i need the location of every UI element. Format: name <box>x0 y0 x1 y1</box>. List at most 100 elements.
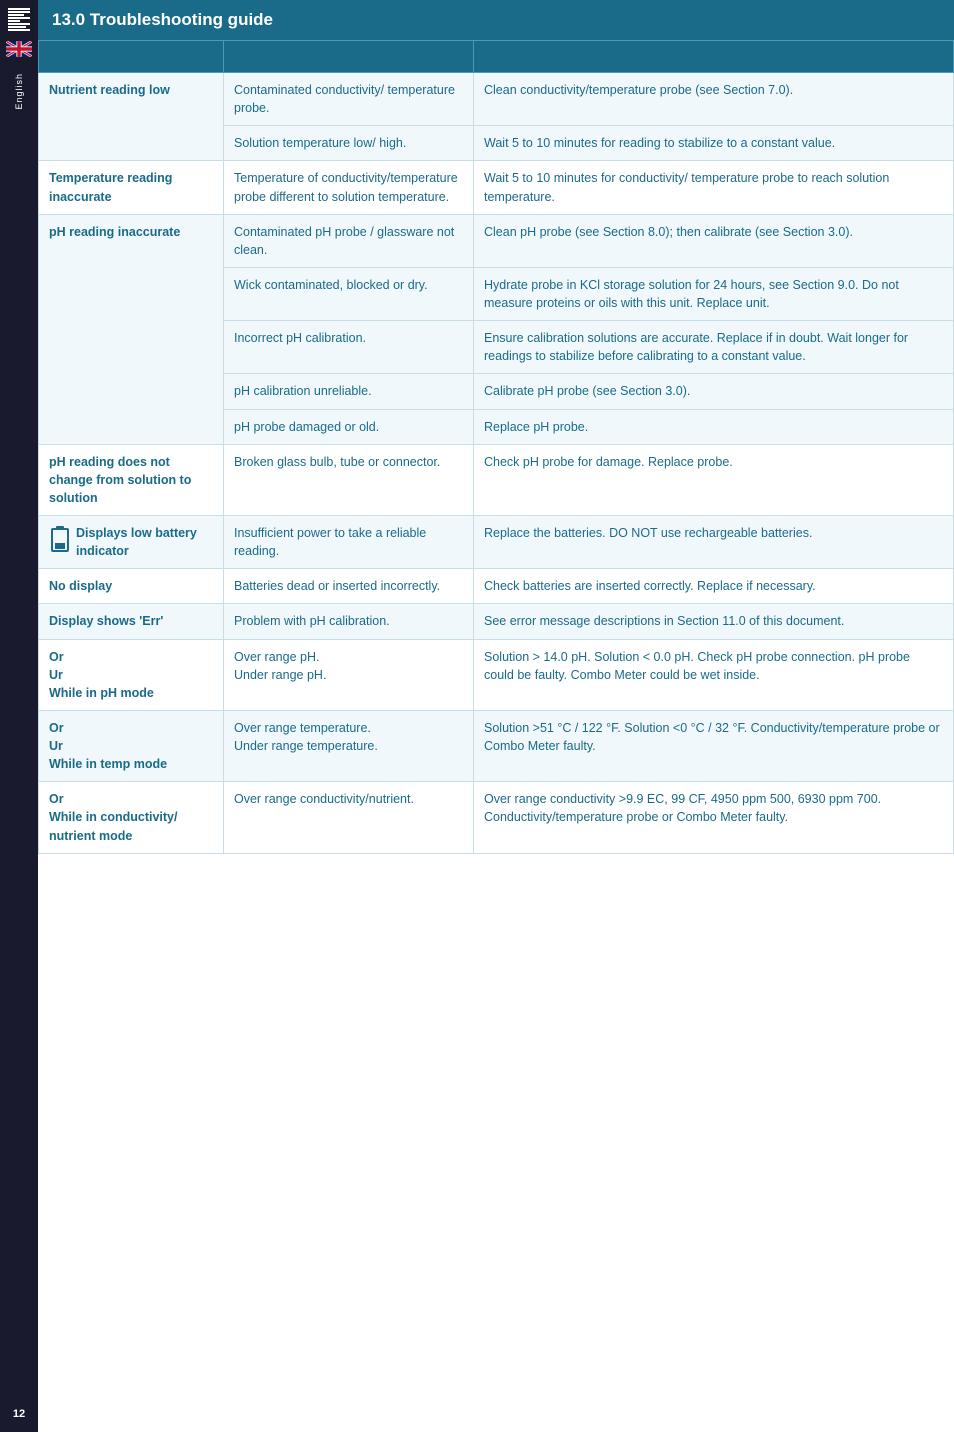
correction-cell: Ensure calibration solutions are accurat… <box>474 321 954 374</box>
table-row: Or While in conductivity/ nutrient mode … <box>39 782 954 853</box>
uk-flag-icon <box>6 41 32 57</box>
table-row: Display shows 'Err' Problem with pH cali… <box>39 604 954 639</box>
table-row: Temperature reading inaccurate Temperatu… <box>39 161 954 214</box>
battery-trouble-cell: Displays low battery indicator <box>49 524 213 560</box>
trouble-cell: Or Ur While in temp mode <box>39 710 224 781</box>
reason-cell: Problem with pH calibration. <box>224 604 474 639</box>
reason-text: Solution temperature low/ high. <box>234 136 406 150</box>
battery-icon <box>49 525 71 553</box>
trouble-label: Or Ur While in pH mode <box>49 650 154 700</box>
correction-text: Calibrate pH probe (see Section 3.0). <box>484 384 690 398</box>
trouble-label: pH reading inaccurate <box>49 225 180 239</box>
trouble-label: Temperature reading inaccurate <box>49 171 172 203</box>
reason-cell: Over range conductivity/nutrient. <box>224 782 474 853</box>
trouble-cell: No display <box>39 569 224 604</box>
trouble-cell: Nutrient reading low <box>39 73 224 161</box>
correction-text: Wait 5 to 10 minutes for conductivity/ t… <box>484 171 889 203</box>
correction-text: Solution >51 °C / 122 °F. Solution <0 °C… <box>484 721 940 753</box>
reason-cell: Over range temperature.Under range tempe… <box>224 710 474 781</box>
correction-cell: Calibrate pH probe (see Section 3.0). <box>474 374 954 409</box>
correction-text: Wait 5 to 10 minutes for reading to stab… <box>484 136 835 150</box>
correction-cell: Wait 5 to 10 minutes for reading to stab… <box>474 126 954 161</box>
trouble-cell: Display shows 'Err' <box>39 604 224 639</box>
correction-text: Clean pH probe (see Section 8.0); then c… <box>484 225 853 239</box>
page-number: 12 <box>13 1408 25 1420</box>
table-row: Displays low battery indicator Insuffici… <box>39 516 954 569</box>
correction-cell: Hydrate probe in KCl storage solution fo… <box>474 267 954 320</box>
reason-cell: Wick contaminated, blocked or dry. <box>224 267 474 320</box>
reason-text: Over range pH.Under range pH. <box>234 650 326 682</box>
correction-cell: Check batteries are inserted correctly. … <box>474 569 954 604</box>
table-row: Or Ur While in temp mode Over range temp… <box>39 710 954 781</box>
language-label: English <box>14 73 24 110</box>
correction-text: Solution > 14.0 pH. Solution < 0.0 pH. C… <box>484 650 910 682</box>
reason-text: Broken glass bulb, tube or connector. <box>234 455 440 469</box>
correction-cell: Over range conductivity >9.9 EC, 99 CF, … <box>474 782 954 853</box>
correction-text: See error message descriptions in Sectio… <box>484 614 844 628</box>
correction-text: Ensure calibration solutions are accurat… <box>484 331 908 363</box>
table-row: pH reading inaccurate Contaminated pH pr… <box>39 214 954 267</box>
reason-text: Contaminated pH probe / glassware not cl… <box>234 225 454 257</box>
correction-text: Replace the batteries. DO NOT use rechar… <box>484 526 812 540</box>
reason-cell: Temperature of conductivity/temperature … <box>224 161 474 214</box>
reason-text: Insufficient power to take a reliable re… <box>234 526 426 558</box>
reason-cell: Over range pH.Under range pH. <box>224 639 474 710</box>
correction-cell: Solution > 14.0 pH. Solution < 0.0 pH. C… <box>474 639 954 710</box>
sidebar-icons <box>6 8 32 57</box>
correction-cell: See error message descriptions in Sectio… <box>474 604 954 639</box>
trouble-label: Displays low battery indicator <box>76 524 213 560</box>
correction-text: Clean conductivity/temperature probe (se… <box>484 83 793 97</box>
header-trouble: Trouble <box>39 41 224 73</box>
correction-text: Over range conductivity >9.9 EC, 99 CF, … <box>484 792 881 824</box>
reason-text: pH calibration unreliable. <box>234 384 372 398</box>
trouble-cell: Or Ur While in pH mode <box>39 639 224 710</box>
trouble-label: Display shows 'Err' <box>49 614 163 628</box>
reason-text: pH probe damaged or old. <box>234 420 379 434</box>
trouble-label: No display <box>49 579 112 593</box>
reason-text: Problem with pH calibration. <box>234 614 390 628</box>
reason-cell: pH calibration unreliable. <box>224 374 474 409</box>
correction-cell: Replace pH probe. <box>474 409 954 444</box>
trouble-cell: pH reading does not change from solution… <box>39 444 224 515</box>
reason-text: Wick contaminated, blocked or dry. <box>234 278 428 292</box>
table-row: No display Batteries dead or inserted in… <box>39 569 954 604</box>
trouble-label: Or Ur While in temp mode <box>49 721 167 771</box>
reason-cell: Solution temperature low/ high. <box>224 126 474 161</box>
reason-cell: Batteries dead or inserted incorrectly. <box>224 569 474 604</box>
reason-cell: Incorrect pH calibration. <box>224 321 474 374</box>
reason-text: Over range conductivity/nutrient. <box>234 792 414 806</box>
table-row: Or Ur While in pH mode Over range pH.Und… <box>39 639 954 710</box>
trouble-cell: Or While in conductivity/ nutrient mode <box>39 782 224 853</box>
barcode-icon <box>8 8 30 31</box>
correction-text: Hydrate probe in KCl storage solution fo… <box>484 278 899 310</box>
reason-cell: Contaminated pH probe / glassware not cl… <box>224 214 474 267</box>
trouble-cell: pH reading inaccurate <box>39 214 224 444</box>
correction-text: Check batteries are inserted correctly. … <box>484 579 816 593</box>
trouble-cell: Displays low battery indicator <box>39 516 224 569</box>
section-title: 13.0 Troubleshooting guide <box>38 0 954 40</box>
header-reason: Reason <box>224 41 474 73</box>
trouble-cell: Temperature reading inaccurate <box>39 161 224 214</box>
correction-cell: Wait 5 to 10 minutes for conductivity/ t… <box>474 161 954 214</box>
left-sidebar: English 12 <box>0 0 38 1432</box>
correction-cell: Check pH probe for damage. Replace probe… <box>474 444 954 515</box>
reason-cell: Contaminated conductivity/ temperature p… <box>224 73 474 126</box>
header-correction: Correction <box>474 41 954 73</box>
trouble-label: Nutrient reading low <box>49 83 170 97</box>
reason-text: Batteries dead or inserted incorrectly. <box>234 579 440 593</box>
reason-cell: Broken glass bulb, tube or connector. <box>224 444 474 515</box>
trouble-label: Or While in conductivity/ nutrient mode <box>49 792 177 842</box>
troubleshooting-table: Trouble Reason Correction Nutrient readi… <box>38 40 954 854</box>
correction-cell: Clean pH probe (see Section 8.0); then c… <box>474 214 954 267</box>
reason-cell: pH probe damaged or old. <box>224 409 474 444</box>
reason-cell: Insufficient power to take a reliable re… <box>224 516 474 569</box>
reason-text: Temperature of conductivity/temperature … <box>234 171 458 203</box>
reason-text: Over range temperature.Under range tempe… <box>234 721 378 753</box>
correction-text: Check pH probe for damage. Replace probe… <box>484 455 733 469</box>
reason-text: Contaminated conductivity/ temperature p… <box>234 83 455 115</box>
reason-text: Incorrect pH calibration. <box>234 331 366 345</box>
correction-cell: Solution >51 °C / 122 °F. Solution <0 °C… <box>474 710 954 781</box>
correction-text: Replace pH probe. <box>484 420 588 434</box>
trouble-label: pH reading does not change from solution… <box>49 455 191 505</box>
table-row: pH reading does not change from solution… <box>39 444 954 515</box>
